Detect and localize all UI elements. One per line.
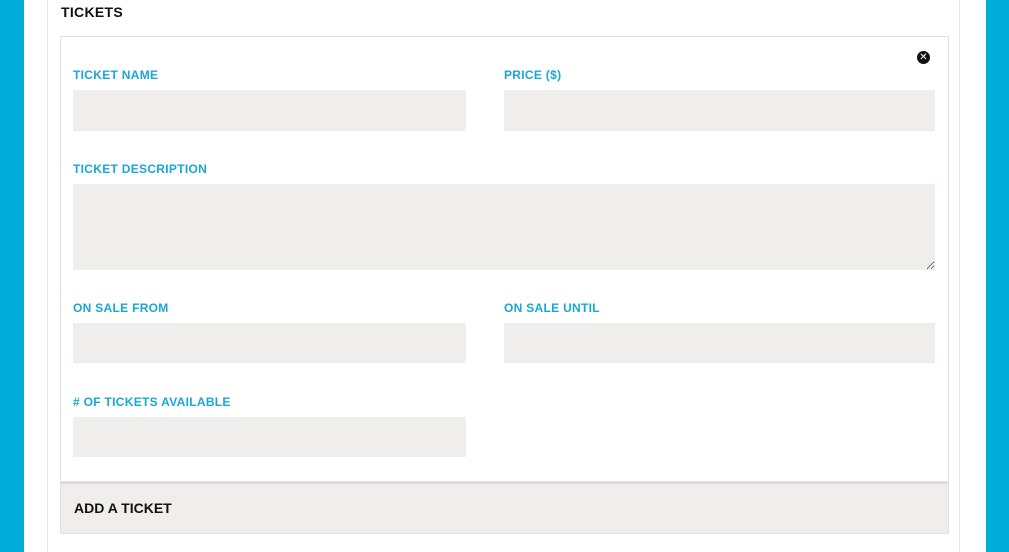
add-ticket-label: ADD A TICKET <box>74 500 172 516</box>
ticket-name-input[interactable] <box>73 90 466 131</box>
on-sale-from-label: ON SALE FROM <box>73 301 169 315</box>
on-sale-until-input[interactable] <box>504 323 935 363</box>
ticket-card: ✕ TICKET NAME PRICE ($) TICKET DESCRIPTI… <box>60 36 949 482</box>
ticket-description-label: TICKET DESCRIPTION <box>73 162 208 176</box>
price-input[interactable] <box>504 90 935 131</box>
ticket-name-label: TICKET NAME <box>73 68 159 82</box>
price-label: PRICE ($) <box>504 68 562 82</box>
add-ticket-button[interactable]: ADD A TICKET <box>60 482 949 534</box>
tickets-panel: TICKETS ✕ TICKET NAME PRICE ($) TICKET D… <box>24 0 986 552</box>
ticket-description-textarea[interactable] <box>73 184 935 270</box>
section-title: TICKETS <box>61 4 123 20</box>
tickets-available-input[interactable] <box>73 417 466 457</box>
on-sale-until-label: ON SALE UNTIL <box>504 301 600 315</box>
on-sale-from-input[interactable] <box>73 323 466 363</box>
tickets-available-label: # OF TICKETS AVAILABLE <box>73 395 231 409</box>
close-icon[interactable]: ✕ <box>917 51 930 64</box>
